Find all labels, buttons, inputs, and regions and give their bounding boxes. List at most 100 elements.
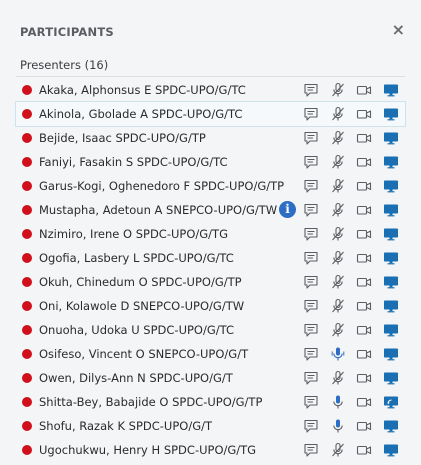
monitor-icon[interactable] — [383, 130, 399, 146]
camera-icon[interactable] — [356, 154, 372, 170]
monitor-icon[interactable] — [383, 226, 399, 242]
mic-muted-icon[interactable] — [330, 82, 346, 98]
monitor-icon[interactable] — [383, 370, 399, 386]
participant-row[interactable]: Onuoha, Udoka U SPDC-UPO/G/TC — [16, 318, 405, 342]
participant-row[interactable]: Owen, Dilys-Ann N SPDC-UPO/G/T — [16, 366, 405, 390]
participant-row[interactable]: Shitta-Bey, Babajide O SPDC-UPO/G/TP — [16, 390, 405, 414]
mic-muted-icon[interactable] — [330, 154, 346, 170]
participant-row[interactable]: Akinola, Gbolade A SPDC-UPO/G/TC — [15, 101, 406, 127]
mic-muted-icon[interactable] — [330, 106, 346, 122]
camera-icon[interactable] — [356, 178, 372, 194]
camera-icon[interactable] — [356, 394, 372, 410]
monitor-icon[interactable] — [383, 274, 399, 290]
participant-name: Bejide, Isaac SPDC-UPO/G/TP — [39, 131, 206, 145]
camera-icon[interactable] — [356, 250, 372, 266]
camera-icon[interactable] — [356, 274, 372, 290]
participant-row[interactable]: Okuh, Chinedum O SPDC-UPO/G/TP — [16, 270, 405, 294]
participant-name: Faniyi, Fasakin S SPDC-UPO/G/TC — [39, 155, 228, 169]
camera-icon[interactable] — [356, 370, 372, 386]
chat-icon[interactable] — [303, 154, 319, 170]
camera-icon[interactable] — [356, 202, 372, 218]
chat-icon[interactable] — [303, 394, 319, 410]
screen-share-icon[interactable] — [383, 394, 399, 410]
info-icon[interactable]: i — [279, 201, 296, 218]
chat-icon[interactable] — [303, 178, 319, 194]
panel-header: PARTICIPANTS × — [0, 0, 421, 58]
mic-muted-icon[interactable] — [330, 322, 346, 338]
participant-row[interactable]: Ogofia, Lasbery L SPDC-UPO/G/TC — [16, 246, 405, 270]
chat-icon[interactable] — [303, 130, 319, 146]
monitor-icon[interactable] — [383, 106, 399, 122]
monitor-icon[interactable] — [383, 202, 399, 218]
camera-icon[interactable] — [356, 418, 372, 434]
participant-name: Ogofia, Lasbery L SPDC-UPO/G/TC — [39, 251, 234, 265]
chat-icon[interactable] — [303, 370, 319, 386]
participant-row[interactable]: Osifeso, Vincent O SNEPCO-UPO/G/T — [16, 342, 405, 366]
participant-row[interactable]: Garus-Kogi, Oghenedoro F SPDC-UPO/G/TP — [16, 174, 405, 198]
participant-list: Akaka, Alphonsus E SPDC-UPO/G/TC Akinola,… — [15, 78, 406, 462]
status-dot — [22, 109, 32, 119]
camera-icon[interactable] — [356, 298, 372, 314]
monitor-icon[interactable] — [383, 298, 399, 314]
participant-row[interactable]: Bejide, Isaac SPDC-UPO/G/TP — [16, 126, 405, 150]
mic-muted-icon[interactable] — [330, 226, 346, 242]
monitor-icon[interactable] — [383, 154, 399, 170]
mic-icon[interactable] — [330, 394, 346, 410]
mic-muted-icon[interactable] — [330, 250, 346, 266]
mic-muted-icon[interactable] — [330, 298, 346, 314]
chat-icon[interactable] — [303, 418, 319, 434]
mic-muted-icon[interactable] — [330, 442, 346, 458]
chat-icon[interactable] — [303, 346, 319, 362]
chat-icon[interactable] — [303, 202, 319, 218]
status-dot — [22, 229, 32, 239]
participant-row[interactable]: Akaka, Alphonsus E SPDC-UPO/G/TC — [16, 78, 405, 102]
monitor-icon[interactable] — [383, 442, 399, 458]
status-dot — [22, 181, 32, 191]
camera-icon[interactable] — [356, 226, 372, 242]
monitor-icon[interactable] — [383, 178, 399, 194]
camera-icon[interactable] — [356, 82, 372, 98]
mic-muted-icon[interactable] — [330, 274, 346, 290]
monitor-icon[interactable] — [383, 322, 399, 338]
chat-icon[interactable] — [303, 442, 319, 458]
mic-icon[interactable] — [330, 346, 346, 362]
participant-row[interactable]: Nzimiro, Irene O SPDC-UPO/G/TG — [16, 222, 405, 246]
monitor-icon[interactable] — [383, 418, 399, 434]
camera-icon[interactable] — [356, 106, 372, 122]
mic-muted-icon[interactable] — [330, 370, 346, 386]
participant-name: Ugochukwu, Henry H SPDC-UPO/G/TG — [39, 443, 257, 457]
participant-name: Shofu, Razak K SPDC-UPO/G/T — [39, 419, 213, 433]
camera-icon[interactable] — [356, 322, 372, 338]
chat-icon[interactable] — [303, 250, 319, 266]
status-dot — [22, 349, 32, 359]
status-dot — [22, 205, 32, 215]
status-dot — [22, 301, 32, 311]
mic-muted-icon[interactable] — [330, 130, 346, 146]
mic-muted-icon[interactable] — [330, 178, 346, 194]
status-dot — [22, 253, 32, 263]
chat-icon[interactable] — [303, 298, 319, 314]
mic-icon[interactable] — [330, 418, 346, 434]
close-icon[interactable]: × — [392, 22, 405, 38]
monitor-icon[interactable] — [383, 250, 399, 266]
participant-row[interactable]: Faniyi, Fasakin S SPDC-UPO/G/TC — [16, 150, 405, 174]
participant-row[interactable]: Mustapha, Adetoun A SNEPCO-UPO/G/TW i — [16, 198, 405, 222]
monitor-icon[interactable] — [383, 82, 399, 98]
participant-row[interactable]: Oni, Kolawole D SNEPCO-UPO/G/TW — [16, 294, 405, 318]
camera-icon[interactable] — [356, 442, 372, 458]
camera-icon[interactable] — [356, 130, 372, 146]
participant-row[interactable]: Ugochukwu, Henry H SPDC-UPO/G/TG — [16, 438, 405, 462]
chat-icon[interactable] — [303, 226, 319, 242]
participant-name: Akaka, Alphonsus E SPDC-UPO/G/TC — [39, 83, 246, 97]
status-dot — [22, 325, 32, 335]
monitor-icon[interactable] — [383, 346, 399, 362]
mic-muted-icon[interactable] — [330, 202, 346, 218]
chat-icon[interactable] — [303, 322, 319, 338]
presenters-section-label: Presenters (16) — [20, 58, 109, 72]
participant-name: Shitta-Bey, Babajide O SPDC-UPO/G/TP — [39, 395, 263, 409]
chat-icon[interactable] — [303, 82, 319, 98]
chat-icon[interactable] — [303, 106, 319, 122]
chat-icon[interactable] — [303, 274, 319, 290]
participant-row[interactable]: Shofu, Razak K SPDC-UPO/G/T — [16, 414, 405, 438]
camera-icon[interactable] — [356, 346, 372, 362]
